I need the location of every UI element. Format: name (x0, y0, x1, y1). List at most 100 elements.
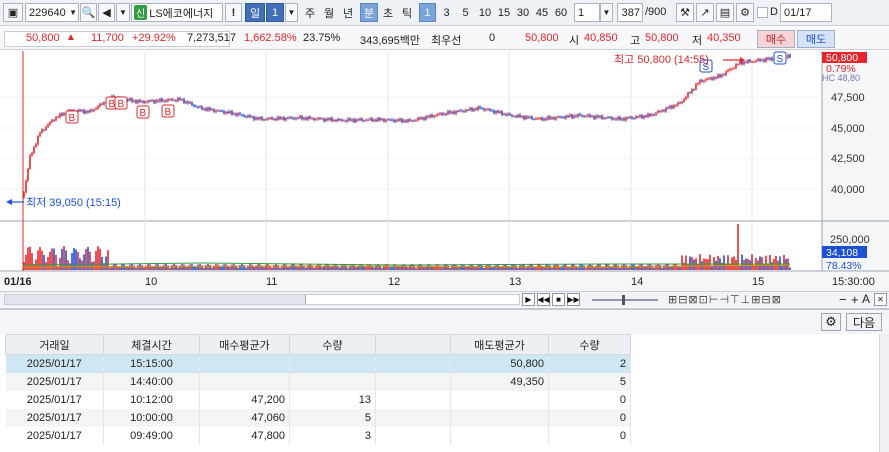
candle-body-370 (763, 59, 765, 62)
interval-10-button[interactable]: 10 (476, 3, 494, 22)
interval-45-button[interactable]: 45 (533, 3, 551, 22)
period-year-button[interactable]: 년 (339, 3, 357, 22)
volume-bar-35 (93, 261, 95, 270)
chart-scrollbar-thumb[interactable] (305, 295, 519, 304)
next-button[interactable]: 다음 (846, 313, 882, 331)
period-num-field[interactable]: 1 (266, 3, 284, 22)
candle-body-80 (183, 99, 185, 104)
candle-body-266 (555, 117, 557, 120)
candle-body-267 (557, 116, 559, 118)
candle-body-283 (589, 114, 591, 117)
bar-count-input[interactable]: 387 (617, 3, 643, 22)
date-input[interactable]: 01/17 (780, 3, 832, 22)
chart-scrollbar-track[interactable] (4, 294, 520, 305)
volume-bar-24 (71, 253, 73, 270)
volume-bar-374 (771, 262, 773, 270)
candle-body-66 (155, 100, 157, 103)
stock-name-field[interactable]: 신 LS에코에너지 (131, 3, 223, 22)
volume-bar-133 (289, 266, 291, 270)
period-minute-button[interactable]: 분 (360, 3, 378, 22)
open-label: 시 (569, 35, 580, 47)
zoom-out-icon[interactable]: − (839, 292, 847, 307)
candle-body-295 (613, 118, 615, 120)
buy-button[interactable]: 매수 (757, 30, 795, 48)
candle-body-188 (399, 118, 401, 121)
volume-bar-263 (549, 265, 551, 270)
volume-bar-333 (689, 256, 691, 270)
volume-bar-162 (347, 267, 349, 270)
rewind-icon[interactable]: ◀◀ (537, 293, 550, 306)
alert-icon[interactable]: ! (225, 3, 242, 22)
interval-1-button[interactable]: 1 (419, 3, 436, 22)
volume-bar-39 (101, 256, 103, 270)
volume-bar-105 (233, 264, 235, 270)
volume-bar-66 (155, 264, 157, 270)
chart-tools-icons[interactable]: ⊞⊟⊠⊡⊢⊣⊤⊥⊞⊟⊠ (668, 293, 782, 306)
candle-body-171 (365, 120, 367, 122)
zoom-slider[interactable] (592, 295, 658, 305)
table-vertical-scrollbar[interactable] (879, 334, 889, 452)
table-row[interactable]: 2025/01/17 09:49:00 47,800 3 0 (5, 426, 631, 445)
period-week-button[interactable]: 주 (301, 3, 319, 22)
speaker-icon[interactable]: ◀ (98, 3, 115, 22)
candle-body-151 (325, 118, 327, 122)
interval-5-button[interactable]: 5 (457, 3, 474, 22)
candle-body-299 (621, 118, 623, 120)
candle-body-242 (507, 113, 509, 116)
table-row[interactable]: 2025/01/17 14:40:00 49,350 5 (5, 372, 631, 391)
candle-body-140 (303, 117, 305, 120)
candle-body-344 (711, 77, 713, 80)
volume-bar-90 (203, 267, 205, 270)
candle-body-315 (653, 114, 655, 116)
candle-body-38 (99, 103, 101, 107)
close-icon[interactable]: ✕ (874, 293, 887, 306)
volume-bar-165 (353, 264, 355, 270)
chart-settings-icon[interactable]: ⚒ (676, 3, 694, 22)
interval-60-button[interactable]: 60 (552, 3, 570, 22)
chart-canvas: BB BB BSS 47,500 45,000 42,500 40,000 50,8… (0, 51, 889, 291)
candle-body-294 (611, 117, 613, 120)
table-row[interactable]: 2025/01/17 15:15:00 50,800 2 (5, 354, 631, 373)
zoom-in-icon[interactable]: + (851, 292, 859, 307)
period-dropdown-icon[interactable]: ▼ (285, 3, 298, 22)
dropdown-icon[interactable]: ▼ (116, 3, 130, 22)
period-month-button[interactable]: 월 (320, 3, 338, 22)
table-row[interactable]: 2025/01/17 10:00:00 47,060 5 0 (5, 408, 631, 427)
stop-icon[interactable]: ■ (552, 293, 565, 306)
volume-bar-345 (713, 256, 715, 270)
candle-body-161 (345, 120, 347, 122)
custom-interval-dropdown-icon[interactable]: ▼ (600, 3, 613, 22)
interval-15-button[interactable]: 15 (495, 3, 513, 22)
price-chart[interactable]: BBBBBSS 47,500 45,000 42,500 40,000 50,8… (0, 51, 889, 291)
gear-icon[interactable]: ⚙ (736, 3, 754, 22)
scroll-right-icon[interactable]: ▶ (522, 293, 535, 306)
interval-3-button[interactable]: 3 (438, 3, 455, 22)
candle-body-372 (767, 58, 769, 60)
candle-body-360 (743, 61, 745, 65)
volume-bar-193 (409, 264, 411, 270)
date-checkbox[interactable] (757, 7, 768, 18)
period-second-button[interactable]: 초 (379, 3, 397, 22)
panel-gear-icon[interactable]: ⚙ (821, 313, 841, 331)
sell-button[interactable]: 매도 (797, 30, 835, 48)
volume-bar-373 (769, 255, 771, 270)
table-row[interactable]: 2025/01/17 10:12:00 47,200 13 0 (5, 390, 631, 409)
price-tick-0: 47,500 (831, 92, 865, 104)
custom-interval-input[interactable]: 1 (574, 3, 600, 22)
cell-date: 2025/01/17 (5, 408, 104, 427)
zoom-slider-handle[interactable] (622, 295, 625, 305)
stock-code-input[interactable]: 229640 ▼ (25, 3, 79, 22)
fast-forward-icon[interactable]: ▶▶ (567, 293, 580, 306)
volume-bar-47 (117, 266, 119, 270)
interval-30-button[interactable]: 30 (514, 3, 532, 22)
window-icon[interactable]: ▣ (3, 3, 23, 22)
candle-body-249 (521, 116, 523, 118)
save-icon[interactable]: ▤ (716, 3, 734, 22)
period-day-button[interactable]: 일 (245, 3, 265, 22)
period-tick-button[interactable]: 틱 (398, 3, 416, 22)
indicator-icon[interactable]: ↗ (696, 3, 714, 22)
font-size-icon[interactable]: A (862, 292, 870, 306)
volume-bar-337 (697, 264, 699, 270)
candle-body-197 (417, 117, 419, 121)
search-icon[interactable]: 🔍 (80, 3, 97, 22)
